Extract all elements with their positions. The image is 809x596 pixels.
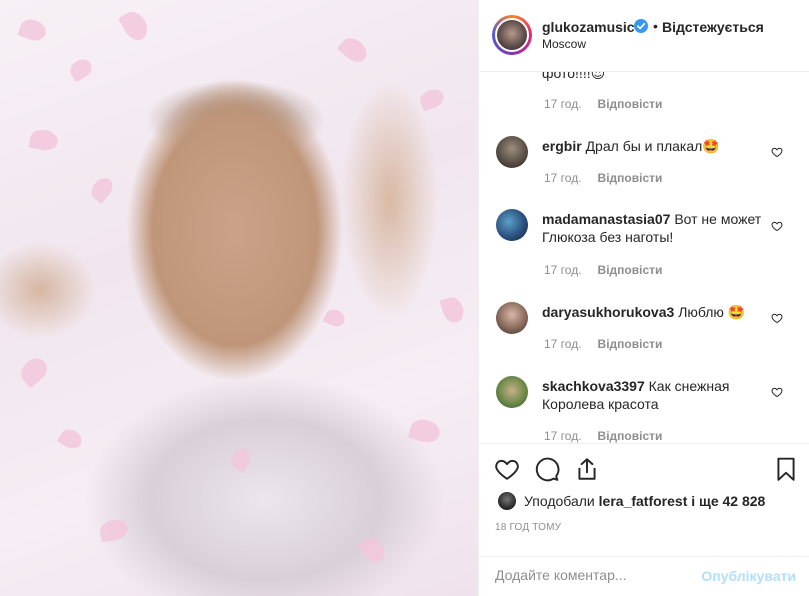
- comment-text: daryasukhorukova3 Люблю 🤩: [542, 303, 762, 321]
- comment-input[interactable]: [495, 567, 695, 583]
- comment-text: фото!!!!😍: [542, 72, 762, 82]
- comment-body: фото!!!!😍: [542, 72, 606, 81]
- separator-dot: •: [653, 18, 658, 34]
- heart-icon[interactable]: [494, 456, 520, 482]
- comment-time[interactable]: 17 год.: [544, 263, 582, 277]
- petal: [417, 86, 447, 112]
- comment-meta: 17 год. Відповісти: [544, 171, 662, 185]
- like-comment-heart-icon[interactable]: [771, 146, 783, 158]
- petal: [117, 7, 153, 45]
- post-details-panel: glukozamusic • Відстежується Moscow фото…: [478, 0, 809, 596]
- petal: [28, 127, 60, 153]
- comment-username[interactable]: madamanastasia07: [542, 211, 670, 227]
- post-actions: Уподобали lera_fatforest і ще 42 828 18 …: [479, 443, 809, 596]
- commenter-avatar[interactable]: [496, 302, 528, 334]
- comment-username[interactable]: ergbir: [542, 138, 582, 154]
- reply-button[interactable]: Відповісти: [598, 263, 663, 277]
- comment-username[interactable]: skachkova3397: [542, 378, 645, 394]
- comment-body: Драл бы и плакал🤩: [585, 138, 720, 154]
- follow-status-button[interactable]: Відстежується: [662, 19, 764, 35]
- avatar-image: [495, 18, 529, 52]
- comment-meta: 17 год. Відповісти: [544, 97, 662, 111]
- petal: [56, 425, 86, 453]
- comment-time[interactable]: 17 год.: [544, 337, 582, 351]
- comment-meta: 17 год. Відповісти: [544, 337, 662, 351]
- like-comment-heart-icon[interactable]: [771, 386, 783, 398]
- comment-time[interactable]: 17 год.: [544, 429, 582, 443]
- author-avatar[interactable]: [492, 15, 532, 55]
- comment-time[interactable]: 17 год.: [544, 171, 582, 185]
- reply-button[interactable]: Відповісти: [598, 429, 663, 443]
- verified-badge-icon: [634, 19, 648, 33]
- comment-time[interactable]: 17 год.: [544, 97, 582, 111]
- comment-icon[interactable]: [534, 456, 560, 482]
- share-icon[interactable]: [574, 456, 600, 482]
- petal: [322, 306, 348, 330]
- like-comment-heart-icon[interactable]: [771, 220, 783, 232]
- likes-prefix: Уподобали: [524, 493, 595, 509]
- post-header: glukozamusic • Відстежується Moscow: [479, 0, 809, 72]
- commenter-avatar[interactable]: [496, 136, 528, 168]
- comment-text: ergbir Драл бы и плакал🤩: [542, 137, 762, 155]
- likes-count[interactable]: і ще 42 828: [691, 493, 765, 509]
- liker-username[interactable]: lera_fatforest: [599, 493, 688, 509]
- comment-meta: 17 год. Відповісти: [544, 263, 662, 277]
- comment-body: Люблю 🤩: [678, 304, 746, 320]
- post-location[interactable]: Moscow: [542, 37, 586, 51]
- comment-meta: 17 год. Відповісти: [544, 429, 662, 443]
- comments-list[interactable]: фото!!!!😍 17 год. Відповісти ergbir Драл …: [479, 72, 809, 443]
- petal: [17, 16, 49, 44]
- liker-avatar[interactable]: [498, 492, 516, 510]
- petal: [66, 55, 96, 83]
- petal: [87, 174, 117, 204]
- comment-username[interactable]: daryasukhorukova3: [542, 304, 674, 320]
- reply-button[interactable]: Відповісти: [598, 171, 663, 185]
- bookmark-icon[interactable]: [773, 456, 799, 482]
- petal: [356, 533, 390, 567]
- reply-button[interactable]: Відповісти: [598, 337, 663, 351]
- commenter-avatar[interactable]: [496, 376, 528, 408]
- commenter-avatar[interactable]: [496, 209, 528, 241]
- petal: [16, 353, 52, 389]
- comment-text: madamanastasia07 Вот не может Глюкоза бе…: [542, 210, 762, 246]
- petal: [227, 444, 255, 474]
- comment-text: skachkova3397 Как снежная Королева красо…: [542, 377, 762, 413]
- post-comment-button[interactable]: Опублікувати: [701, 568, 796, 584]
- post-photo[interactable]: [0, 0, 478, 596]
- post-timestamp[interactable]: 18 ГОД ТОМУ: [495, 522, 561, 533]
- author-username[interactable]: glukozamusic: [542, 19, 635, 35]
- petal: [439, 294, 467, 326]
- like-comment-heart-icon[interactable]: [771, 312, 783, 324]
- likes-summary: Уподобали lera_fatforest і ще 42 828: [524, 493, 765, 509]
- petal: [98, 517, 130, 543]
- reply-button[interactable]: Відповісти: [598, 97, 663, 111]
- add-comment-bar: Опублікувати: [479, 556, 809, 596]
- petal: [407, 416, 443, 446]
- petal: [336, 33, 372, 67]
